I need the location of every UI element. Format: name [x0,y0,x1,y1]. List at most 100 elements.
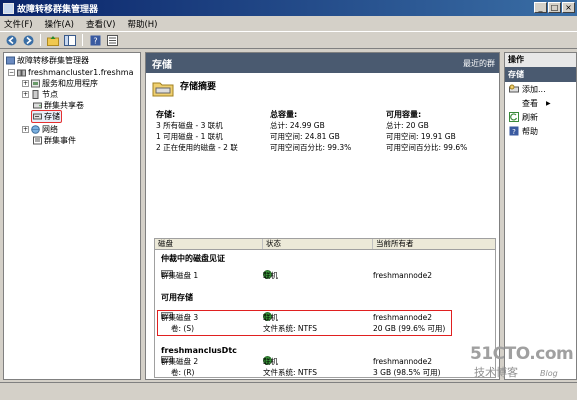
disk-name: 群集磁盘 1 [161,271,199,280]
add-storage-icon [509,84,519,93]
menu-help[interactable]: 帮助(H) [127,18,157,30]
total-capacity-line: 总计: 24.99 GB [270,121,325,130]
help-book-icon: ? [90,35,100,45]
tree-view-icon [64,34,76,46]
help-toolbar-button[interactable]: ? [88,34,102,47]
tree-item-label: 服务和应用程序 [42,79,98,88]
storage-line: 3 所有磁盘 - 3 联机 [156,121,223,130]
column-owner[interactable]: 当前所有者 [373,239,495,249]
storage-icon [33,113,42,120]
submenu-arrow-icon: ▶ [546,99,551,107]
menu-view[interactable]: 查看(V) [86,18,115,30]
storage-summary: 存储摘要 存储: 3 所有磁盘 - 3 联机 1 可用磁盘 - 1 联机 2 正… [146,73,499,238]
maximize-button[interactable]: □ [548,2,561,13]
content-header: 存储 最近的群 [146,53,499,73]
watermark-blog: Blog [540,369,558,378]
cluster-manager-icon [6,56,15,65]
window-title: 故障转移群集管理器 [17,4,99,15]
action-help[interactable]: ? 帮助 [505,124,576,138]
console-tree-button[interactable] [63,34,77,47]
toolbar: ? [0,31,577,49]
forward-button[interactable] [21,34,35,47]
back-arrow-icon [6,35,16,45]
app-icon [3,2,14,14]
tree-item-storage[interactable]: 存储 [31,110,62,123]
close-button[interactable]: × [562,2,575,13]
title-bar: 故障转移群集管理器 _ □ × [0,0,577,16]
column-status[interactable]: 状态 [263,239,373,249]
group-header: 可用存储 [155,292,495,303]
collapse-icon[interactable]: − [8,69,15,76]
help-icon: ? [509,126,519,136]
tree-item-events[interactable]: 群集事件 [33,135,76,146]
storage-folder-icon [152,82,174,97]
status-bar [0,382,577,400]
svg-text:?: ? [512,128,516,136]
file-system: 文件系统: NTFS [263,368,318,377]
tree-item-label: 节点 [42,90,58,99]
tree-item-nodes[interactable]: + 节点 [22,89,58,100]
properties-toolbar-button[interactable] [105,34,119,47]
toolbar-separator [82,34,83,46]
tree-root-label: 故障转移群集管理器 [17,56,89,65]
action-label: 添加... [522,84,546,94]
action-label: 查看 [522,98,538,108]
column-disk[interactable]: 磁盘 [155,239,263,249]
shared-volume-icon [33,102,42,109]
available-capacity-column: 可用容量: 总计: 20 GB 可用空间: 19.91 GB 可用空间百分比: … [386,109,467,153]
highlight-box [157,310,452,336]
action-view[interactable]: 查看 ▶ [505,96,576,110]
action-refresh[interactable]: 刷新 [505,110,576,124]
recent-link[interactable]: 最近的群 [463,58,495,69]
total-capacity-line: 可用空间百分比: 99.3% [270,143,352,152]
storage-line: 2 正在使用的磁盘 - 2 联 [156,143,238,152]
storage-count-column: 存储: 3 所有磁盘 - 3 联机 1 可用磁盘 - 1 联机 2 正在使用的磁… [156,109,238,153]
total-capacity-line: 可用空间: 24.81 GB [270,132,340,141]
tree-item-label: 群集事件 [44,136,76,145]
actions-pane: 操作 存储 添加... 查看 ▶ 刷新 ? 帮助 [504,52,577,380]
total-capacity-column: 总容量: 总计: 24.99 GB 可用空间: 24.81 GB 可用空间百分比… [270,109,351,153]
watermark: 51CTO.com 技术博客 Blog [470,344,574,384]
actions-section-header[interactable]: 存储 [505,67,576,82]
network-icon [31,125,40,134]
group-name: 仲裁中的磁盘见证 [161,254,225,263]
tree-cluster-label: freshmancluster1.freshma [28,68,134,77]
disk-list-header: 磁盘 状态 当前所有者 [155,239,495,250]
tree-item-networks[interactable]: + 网络 [22,124,58,135]
tree-root[interactable]: 故障转移群集管理器 [6,55,89,66]
tree-cluster[interactable]: − freshmancluster1.freshma [8,67,133,78]
action-label: 帮助 [522,126,538,136]
nodes-icon [32,90,39,99]
action-label: 刷新 [522,112,538,122]
up-folder-button[interactable] [46,34,60,47]
cluster-icon [17,69,26,77]
minimize-button[interactable]: _ [534,2,547,13]
available-capacity-line: 可用空间: 19.91 GB [386,132,456,141]
action-add[interactable]: 添加... [505,82,576,96]
storage-line: 1 可用磁盘 - 1 联机 [156,132,223,141]
table-row[interactable]: ⊞ 群集磁盘 1 联机 freshmannode2 [155,270,495,281]
back-button[interactable] [4,34,18,47]
tree-item-services[interactable]: + 服务和应用程序 [22,78,98,89]
refresh-icon [509,112,519,122]
content-title: 存储 [152,59,172,71]
available-capacity-heading: 可用容量: [386,110,422,119]
console-tree: 故障转移群集管理器 − freshmancluster1.freshma + 服… [3,52,141,380]
svg-text:?: ? [93,36,97,45]
available-capacity-line: 总计: 20 GB [386,121,429,130]
expand-icon[interactable]: + [22,126,29,133]
properties-icon [106,34,118,46]
folder-up-icon [47,35,59,46]
group-name: freshmanclusDtc [161,346,237,355]
volume-row[interactable]: 卷: (R) 文件系统: NTFS 3 GB (98.5% 可用) [155,367,495,378]
menu-action[interactable]: 操作(A) [45,18,74,30]
expand-icon[interactable]: + [22,80,29,87]
available-capacity-line: 可用空间百分比: 99.6% [386,143,468,152]
disk-list: 磁盘 状态 当前所有者 仲裁中的磁盘见证 ⊞ 群集磁盘 1 联机 freshma… [154,238,496,378]
table-row[interactable]: ⊟ 群集磁盘 2 联机 freshmannode2 [155,356,495,367]
status-text: 联机 [263,357,278,366]
menu-file[interactable]: 文件(F) [4,18,33,30]
volume-label: 卷: (R) [171,368,195,377]
expand-icon[interactable]: + [22,91,29,98]
storage-heading: 存储: [156,110,176,119]
